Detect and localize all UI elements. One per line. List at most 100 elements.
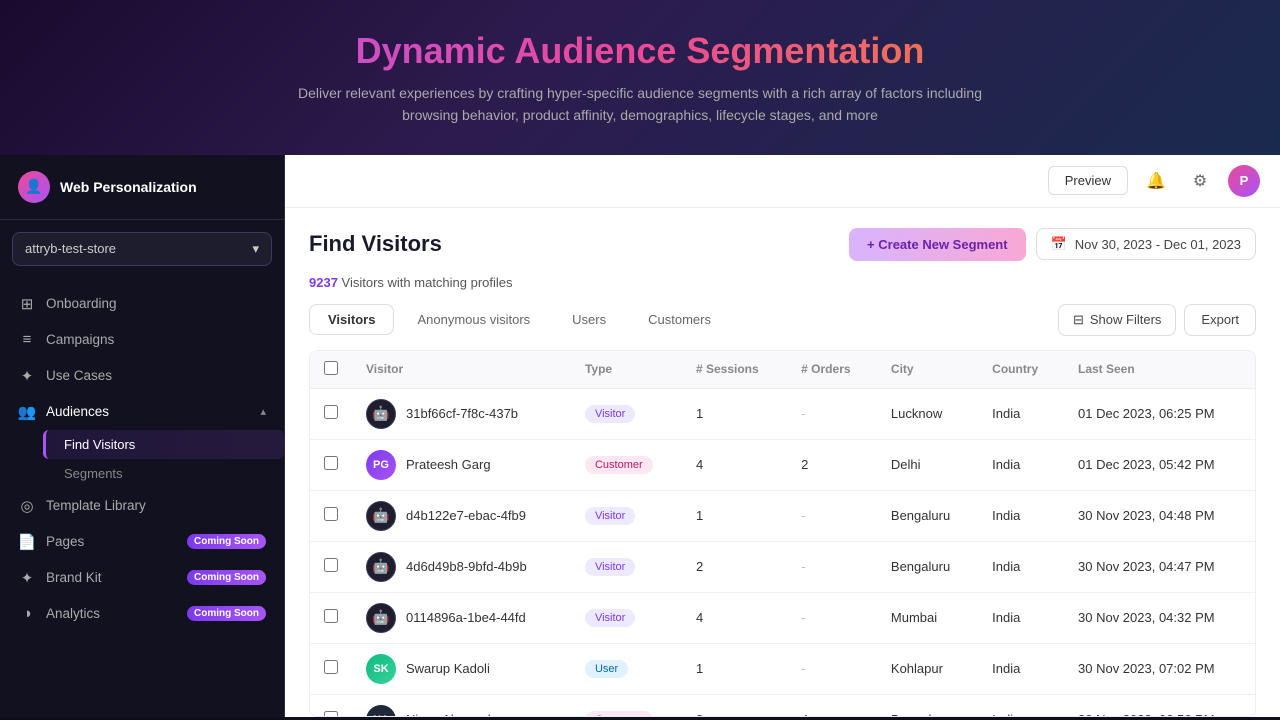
coming-soon-badge: Coming Soon [187, 606, 266, 621]
sidebar-item-brand-kit[interactable]: ✦ Brand Kit Coming Soon [0, 560, 284, 596]
orders-cell: - [787, 490, 877, 541]
sidebar: 👤 Web Personalization attryb-test-store … [0, 155, 285, 717]
sidebar-item-onboarding[interactable]: ⊞ Onboarding [0, 286, 284, 322]
visitor-id: Nizan Ahamed [406, 712, 491, 717]
visitor-avatar: 🤖 [366, 603, 396, 633]
chevron-down-icon: ▾ [252, 241, 259, 257]
template-icon: ◎ [18, 497, 36, 515]
settings-icon[interactable]: ⚙ [1184, 165, 1216, 197]
table-row: 🤖 31bf66cf-7f8c-437b Visitor 1 - Lucknow… [310, 388, 1255, 439]
coming-soon-badge: Coming Soon [187, 534, 266, 549]
row-checkbox[interactable] [324, 456, 338, 470]
sidebar-item-label: Use Cases [46, 368, 112, 383]
type-cell: Customer [571, 694, 682, 717]
orders-cell: 4 [787, 694, 877, 717]
preview-button[interactable]: Preview [1048, 166, 1128, 195]
tab-users[interactable]: Users [553, 304, 625, 335]
tab-anonymous[interactable]: Anonymous visitors [398, 304, 549, 335]
tabs-bar: Visitors Anonymous visitors Users Custom… [309, 304, 1256, 336]
last-seen-cell: 01 Dec 2023, 05:42 PM [1064, 439, 1255, 490]
hero-title: Dynamic Audience Segmentation [20, 30, 1260, 72]
table-row: PG Prateesh Garg Customer 4 2 Delhi Indi… [310, 439, 1255, 490]
orders-cell: 2 [787, 439, 877, 490]
visitor-avatar: NA [366, 705, 396, 717]
sidebar-item-audiences[interactable]: 👥 Audiences ▴ [0, 394, 284, 430]
filter-label: Show Filters [1090, 312, 1162, 327]
sidebar-item-label: Template Library [46, 498, 146, 513]
last-seen-cell: 30 Nov 2023, 04:48 PM [1064, 490, 1255, 541]
visitor-cell: 🤖 4d6d49b8-9bfd-4b9b [352, 541, 571, 592]
table-header-row: Visitor Type # Sessions # Orders City Co… [310, 351, 1255, 389]
tab-customers[interactable]: Customers [629, 304, 730, 335]
visitor-id: Swarup Kadoli [406, 661, 490, 676]
row-checkbox[interactable] [324, 558, 338, 572]
row-checkbox[interactable] [324, 660, 338, 674]
country-cell: India [978, 439, 1064, 490]
sidebar-item-use-cases[interactable]: ✦ Use Cases [0, 358, 284, 394]
sessions-cell: 2 [682, 541, 787, 592]
row-checkbox[interactable] [324, 507, 338, 521]
store-selector[interactable]: attryb-test-store ▾ [12, 232, 272, 266]
avatar[interactable]: P [1228, 165, 1260, 197]
type-cell: Visitor [571, 490, 682, 541]
notifications-icon[interactable]: 🔔 [1140, 165, 1172, 197]
sidebar-item-label: Campaigns [46, 332, 114, 347]
row-checkbox-cell [310, 388, 352, 439]
top-actions: + Create New Segment 📅 Nov 30, 2023 - De… [849, 228, 1256, 261]
show-filters-button[interactable]: ⊟ Show Filters [1058, 304, 1176, 336]
type-badge: User [585, 660, 628, 678]
sidebar-item-label: Onboarding [46, 296, 117, 311]
date-range-value: Nov 30, 2023 - Dec 01, 2023 [1075, 237, 1241, 252]
find-visitors-header: Find Visitors + Create New Segment 📅 Nov… [309, 228, 1256, 261]
country-cell: India [978, 592, 1064, 643]
row-checkbox[interactable] [324, 711, 338, 717]
visitor-cell: 🤖 0114896a-1be4-44fd [352, 592, 571, 643]
row-checkbox[interactable] [324, 405, 338, 419]
city-cell: Bengaluru [877, 541, 978, 592]
visitor-id: 4d6d49b8-9bfd-4b9b [406, 559, 527, 574]
visitor-id: 31bf66cf-7f8c-437b [406, 406, 518, 421]
table-row: SK Swarup Kadoli User 1 - Kohlapur India… [310, 643, 1255, 694]
visitor-avatar: 🤖 [366, 399, 396, 429]
country-cell: India [978, 490, 1064, 541]
city-cell: Mumbai [877, 592, 978, 643]
sidebar-item-label: Audiences [46, 404, 109, 419]
export-button[interactable]: Export [1184, 304, 1256, 336]
col-city: City [877, 351, 978, 389]
select-all-checkbox[interactable] [324, 361, 338, 375]
type-badge: Visitor [585, 507, 635, 525]
row-checkbox-cell [310, 694, 352, 717]
sessions-cell: 1 [682, 388, 787, 439]
analytics-icon: ◑ [18, 605, 36, 623]
hero-section: Dynamic Audience Segmentation Deliver re… [0, 0, 1280, 155]
type-cell: Visitor [571, 388, 682, 439]
row-checkbox[interactable] [324, 609, 338, 623]
visitor-avatar: 🤖 [366, 501, 396, 531]
sessions-cell: 4 [682, 592, 787, 643]
visitors-table-container: Visitor Type # Sessions # Orders City Co… [309, 350, 1256, 717]
sidebar-item-analytics[interactable]: ◑ Analytics Coming Soon [0, 596, 284, 632]
visitor-avatar: SK [366, 654, 396, 684]
subnav-segments[interactable]: Segments [46, 459, 284, 488]
visitor-cell: 🤖 31bf66cf-7f8c-437b [352, 388, 571, 439]
users-icon: 👥 [18, 403, 36, 421]
store-name: attryb-test-store [25, 241, 116, 256]
tab-visitors[interactable]: Visitors [309, 304, 394, 335]
sidebar-item-campaigns[interactable]: ≡ Campaigns [0, 322, 284, 358]
sidebar-item-pages[interactable]: 📄 Pages Coming Soon [0, 524, 284, 560]
table-row: 🤖 d4b122e7-ebac-4fb9 Visitor 1 - Bengalu… [310, 490, 1255, 541]
grid-icon: ⊞ [18, 295, 36, 313]
col-last-seen: Last Seen [1064, 351, 1255, 389]
last-seen-cell: 30 Nov 2023, 04:47 PM [1064, 541, 1255, 592]
last-seen-cell: 30 Nov 2023, 04:32 PM [1064, 592, 1255, 643]
subnav-find-visitors[interactable]: Find Visitors [43, 430, 284, 459]
visitors-count: 9237 Visitors with matching profiles [309, 275, 1256, 290]
filter-icon: ⊟ [1073, 312, 1084, 328]
coming-soon-badge: Coming Soon [187, 570, 266, 585]
create-segment-button[interactable]: + Create New Segment [849, 228, 1026, 261]
sidebar-item-template-library[interactable]: ◎ Template Library [0, 488, 284, 524]
brand-icon: ✦ [18, 569, 36, 587]
country-cell: India [978, 643, 1064, 694]
row-checkbox-cell [310, 490, 352, 541]
date-range-picker[interactable]: 📅 Nov 30, 2023 - Dec 01, 2023 [1036, 228, 1256, 260]
